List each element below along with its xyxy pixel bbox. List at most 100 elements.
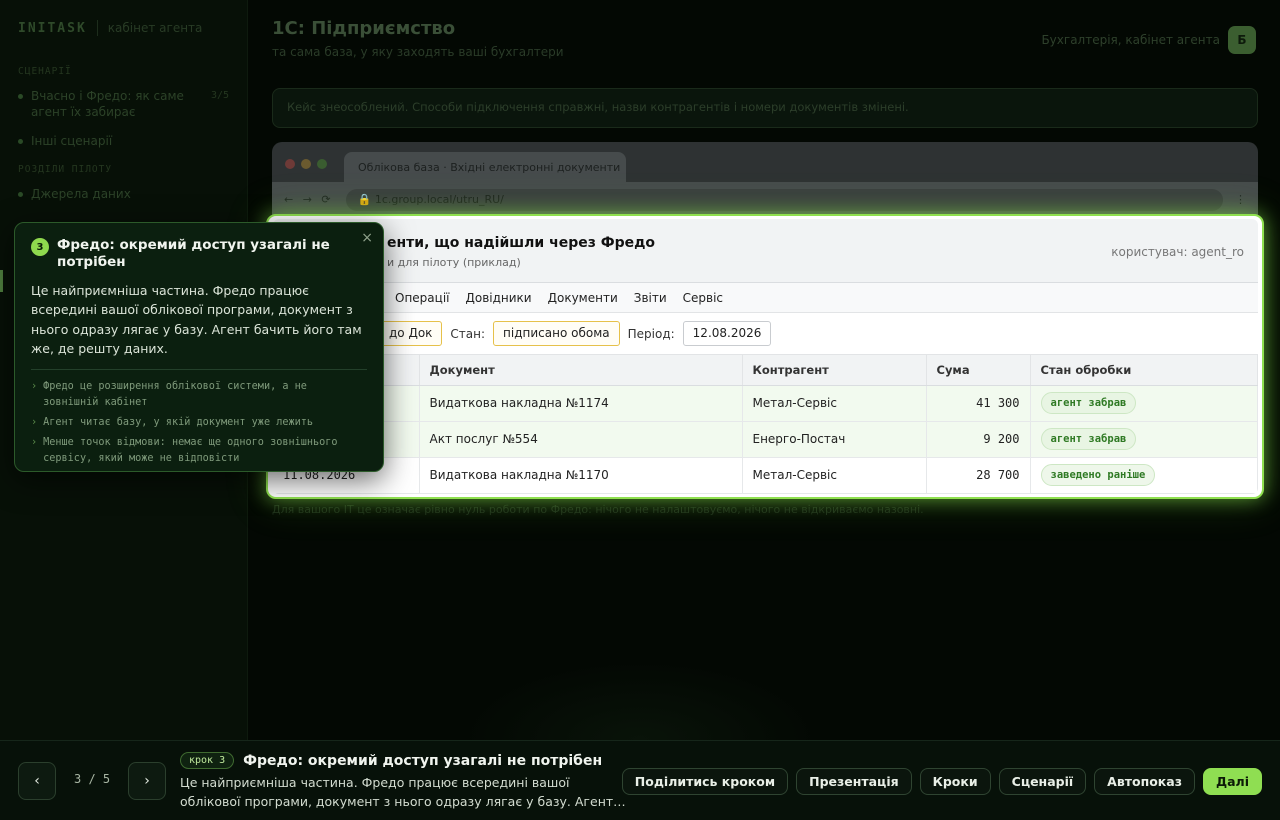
step-tag: крок 3 <box>180 752 235 769</box>
step-title: Фредо: окремий доступ узагалі не потрібе… <box>243 752 603 769</box>
state-filter[interactable]: підписано обома <box>493 321 620 346</box>
cell-sum: 41 300 <box>926 385 1031 422</box>
cell-counterparty: Метал-Сервіс <box>742 385 927 422</box>
divider <box>96 20 98 36</box>
column-header-document: Документ <box>419 355 743 386</box>
table-row[interactable]: Акт послуг №554 Енерго-Постач 9 200 аген… <box>273 421 1258 458</box>
brand: INITASK кабінет агента <box>18 20 229 36</box>
onec-menubar: Операції Довідники Документи Звіти Серві… <box>273 283 1258 313</box>
cell-document: Акт послуг №554 <box>419 421 743 458</box>
minimize-dot-icon <box>301 159 311 169</box>
sidebar-item-data-sources[interactable]: Джерела даних <box>18 187 229 203</box>
table-row[interactable]: 11.08.2026 Видаткова накладна №1170 Мета… <box>273 457 1258 494</box>
presentation-button[interactable]: Презентація <box>796 768 912 795</box>
onec-filters: до Док Стан: підписано обома Період: 12.… <box>273 313 1258 355</box>
status-badge: заведено раніше <box>1040 464 1156 486</box>
maximize-dot-icon <box>317 159 327 169</box>
chevron-right-icon: › <box>31 381 38 393</box>
cell-document: Видаткова накладна №1170 <box>419 457 743 494</box>
table-row[interactable]: Видаткова накладна №1174 Метал-Сервіс 41… <box>273 385 1258 422</box>
bullet-text: Агент читає базу, у якій документ уже ле… <box>43 416 314 428</box>
chevron-right-icon: › <box>144 773 150 789</box>
column-header-state: Стан обробки <box>1030 355 1258 386</box>
callout-bullet: › Менше точок відмови: немає ще одного з… <box>31 435 367 467</box>
close-dot-icon <box>285 159 295 169</box>
page-title: 1С: Підприємство <box>272 18 456 39</box>
page-subtitle: та сама база, у яку заходять ваші бухгал… <box>272 45 564 59</box>
brand-logo: INITASK <box>18 20 87 36</box>
bullet-text: Фредо це розширення облікової системи, а… <box>43 381 307 409</box>
period-filter[interactable]: 12.08.2026 <box>682 321 772 346</box>
menu-item-reports[interactable]: Звіти <box>634 291 667 305</box>
sidebar-item-scenario[interactable]: Вчасно і Фредо: як саме агент їх забирає… <box>18 89 229 120</box>
sidebar-item-other-scenarios[interactable]: Інші сценарії <box>18 134 229 150</box>
page-header: 1С: Підприємство та сама база, у яку зах… <box>272 18 564 59</box>
next-button[interactable]: Далі <box>1202 768 1262 795</box>
tour-actions: Поділитись кроком Презентація Кроки Сцен… <box>621 768 1262 795</box>
menu-item-service[interactable]: Сервіс <box>683 291 723 305</box>
url-bar: 🔒 1c.group.local/utru_RU/ <box>345 188 1223 211</box>
user-label: Бухгалтерія, кабінет агента <box>1041 33 1220 47</box>
dot-icon <box>18 139 23 145</box>
avatar[interactable]: Б <box>1228 26 1256 54</box>
cell-counterparty: Енерго-Постач <box>742 421 927 458</box>
sidebar-item-label: Інші сценарії <box>31 134 113 149</box>
column-header-counterparty: Контрагент <box>742 355 927 386</box>
status-badge: агент забрав <box>1040 428 1137 450</box>
chevron-left-icon: ‹ <box>34 773 40 789</box>
lock-icon: 🔒 <box>357 192 375 206</box>
documents-table: Документ Контрагент Сума Стан обробки Ви… <box>273 355 1258 494</box>
tour-callout: × 3 Фредо: окремий доступ узагалі не пот… <box>14 222 384 472</box>
menu-item-operations[interactable]: Операції <box>395 291 449 305</box>
onec-subtitle: и для пілоту (приклад) <box>387 256 521 269</box>
divider <box>31 369 367 371</box>
current-step: крок 3 Фредо: окремий доступ узагалі не … <box>180 752 602 769</box>
dot-icon <box>18 94 23 99</box>
cell-document: Видаткова накладна №1174 <box>419 385 743 422</box>
callout-bullet: › Фредо це розширення облікової системи,… <box>31 379 367 411</box>
browser-menu-icon: ⋮ <box>1235 193 1246 206</box>
callout-body: Це найприємніша частина. Фредо працює вс… <box>31 282 362 356</box>
cell-sum: 28 700 <box>926 457 1031 494</box>
bullet-text: Менше точок відмови: немає ще одного зов… <box>43 436 338 464</box>
browser-tab: Облікова база · Вхідні електронні докуме… <box>344 152 626 182</box>
onec-title: енти, що надійшли через Фредо <box>387 235 656 251</box>
url-text: 1c.group.local/utru_RU/ <box>374 192 504 206</box>
callout-title: Фредо: окремий доступ узагалі не потрібе… <box>57 237 330 270</box>
step-counter: 3 / 5 <box>74 772 111 786</box>
sidebar-item-count: 3/5 <box>210 90 229 101</box>
highlight-frame: енти, що надійшли через Фредо и для піло… <box>266 214 1264 499</box>
brand-subtitle: кабінет агента <box>107 21 203 35</box>
scenarios-button[interactable]: Сценарії <box>998 768 1087 795</box>
menu-item-directories[interactable]: Довідники <box>465 291 531 305</box>
status-badge: агент забрав <box>1040 392 1137 414</box>
footnote: Для вашого IT це означає рівно нуль робо… <box>272 503 924 516</box>
cell-counterparty: Метал-Сервіс <box>742 457 927 494</box>
share-step-button[interactable]: Поділитись кроком <box>621 768 789 795</box>
menu-item-documents[interactable]: Документи <box>548 291 618 305</box>
prev-step-button[interactable]: ‹ <box>18 762 56 800</box>
next-step-arrow-button[interactable]: › <box>128 762 166 800</box>
source-filter[interactable]: до Док <box>379 321 443 346</box>
onec-user: користувач: agent_ro <box>1111 245 1244 259</box>
sidebar-section-scenarios: СЦЕНАРІЇ <box>18 66 72 77</box>
step-description: Це найприємніша частина. Фредо працює вс… <box>180 775 626 809</box>
period-filter-label: Період: <box>627 326 675 341</box>
browser-nav-icons: ← → ⟳ <box>284 193 334 206</box>
cell-state: заведено раніше <box>1030 457 1258 494</box>
window-controls <box>285 159 327 169</box>
step-number-badge: 3 <box>31 238 49 256</box>
steps-button[interactable]: Кроки <box>919 768 991 795</box>
onec-header: енти, що надійшли через Фредо и для піло… <box>273 219 1258 283</box>
active-marker <box>0 270 3 292</box>
cell-sum: 9 200 <box>926 421 1031 458</box>
sidebar-item-label: Вчасно і Фредо: як саме агент їх забирає <box>31 89 184 119</box>
dot-icon <box>18 191 23 197</box>
sidebar-item-label: Джерела даних <box>31 186 131 201</box>
autoplay-button[interactable]: Автопоказ <box>1094 768 1195 795</box>
user-menu[interactable]: Бухгалтерія, кабінет агента Б <box>1041 26 1256 54</box>
close-icon[interactable]: × <box>361 230 373 246</box>
chevron-right-icon: › <box>31 436 38 448</box>
browser-frame: Облікова база · Вхідні електронні докуме… <box>272 142 1258 217</box>
sidebar-section-pilot: РОЗДІЛИ ПІЛОТУ <box>18 163 113 175</box>
